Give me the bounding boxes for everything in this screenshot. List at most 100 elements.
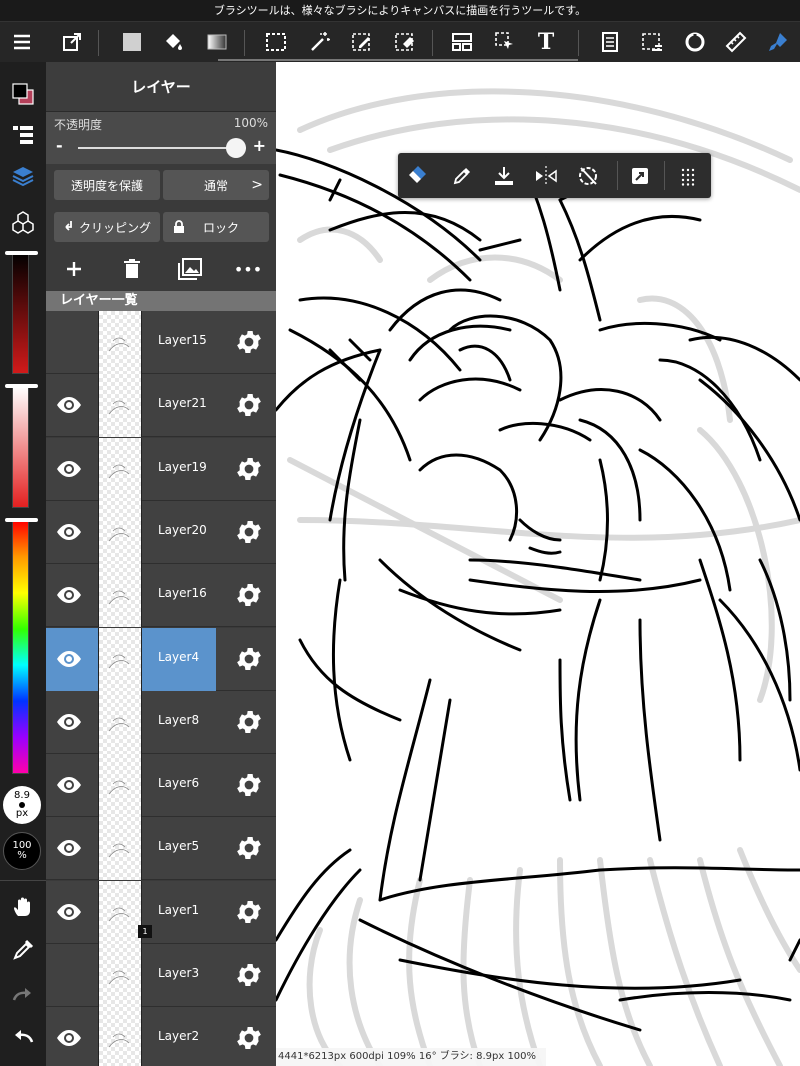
layers-list-icon[interactable] [591,22,627,62]
eye-icon[interactable] [52,705,86,739]
opacity-plus-button[interactable]: + [253,136,266,155]
flip-icon[interactable] [526,153,566,198]
layer-thumbnail [98,817,142,881]
bucket-icon[interactable] [155,22,191,62]
gradient-icon[interactable] [199,22,235,62]
blend-mode-select[interactable]: 通常 > [163,170,269,200]
eyedropper-rail-icon[interactable] [3,930,43,970]
ruler-icon[interactable] [718,22,754,62]
hue-dark-bar[interactable] [12,252,29,374]
layer-row[interactable]: Layer19 [46,437,276,501]
hue-spectrum-handle[interactable] [5,518,38,522]
toolbar-underline [218,59,578,61]
lock-button[interactable]: ロック [163,212,269,242]
gear-icon[interactable] [234,770,264,800]
protect-alpha-button[interactable]: 透明度を保護 [54,170,160,200]
layer-name: Layer21 [158,396,207,411]
layout-icon[interactable] [444,22,480,62]
grid-icon[interactable] [668,153,708,198]
gear-icon[interactable] [234,707,264,737]
eye-hidden-slot[interactable] [52,325,86,359]
gear-icon[interactable] [234,327,264,357]
eye-icon[interactable] [52,388,86,422]
layer-row[interactable]: Layer21 [46,374,276,438]
brush-opacity-badge[interactable]: 100 % [3,832,41,870]
select-eraser-icon[interactable] [387,22,423,62]
opacity-slider-track[interactable] [78,147,246,149]
eye-hidden-slot[interactable] [52,958,86,992]
undo-icon[interactable] [3,1016,43,1056]
fill-color-icon[interactable] [114,22,150,62]
eye-icon[interactable] [52,578,86,612]
eye-icon[interactable] [52,1021,86,1055]
transfer-down-icon[interactable] [484,153,524,198]
select-pen-icon[interactable] [344,22,380,62]
layers-icon[interactable] [3,157,43,197]
clipping-button[interactable]: クリッピング [54,212,160,242]
gear-icon[interactable] [234,517,264,547]
layer-row[interactable]: Layer2 [46,1007,276,1066]
status-bar: 4441*6213px 600dpi 109% 16° ブラシ: 8.9px 1… [276,1048,546,1066]
eye-icon[interactable] [52,515,86,549]
layer-row[interactable]: Layer3 [46,944,276,1007]
trash-icon[interactable] [112,249,152,289]
gear-icon[interactable] [234,897,264,927]
move-icon[interactable] [487,22,523,62]
brush-size-badge[interactable]: 8.9 px [3,786,41,824]
text-icon[interactable]: T [528,22,564,62]
eye-icon[interactable] [52,768,86,802]
layer-row[interactable]: Layer8 [46,690,276,754]
hue-dark-handle[interactable] [5,251,38,255]
blend-mode-value: 通常 [203,178,228,193]
layer-row[interactable]: Layer16 [46,564,276,628]
brush-icon[interactable] [760,22,796,62]
layer-row[interactable]: Layer4 [46,627,276,691]
magic-wand-icon[interactable] [302,22,338,62]
eyedropper-icon[interactable] [442,153,482,198]
layer-row[interactable]: Layer6 [46,754,276,818]
materials-icon[interactable] [3,202,43,242]
gear-icon[interactable] [234,390,264,420]
eye-icon[interactable] [52,452,86,486]
hue-spectrum-bar[interactable] [12,520,29,774]
layer-row[interactable]: Layer20 [46,500,276,564]
more-options-icon[interactable]: ••• [228,249,268,289]
layer-badge: 1 [138,925,152,938]
layer-list-header: レイヤー一覧 [46,291,276,311]
menu-icon[interactable] [4,22,40,62]
deselect-icon[interactable] [634,22,670,62]
saturation-handle[interactable] [5,384,38,388]
opacity-slider-knob[interactable] [226,138,246,158]
opacity-minus-button[interactable]: - [56,136,63,155]
export-icon[interactable] [54,22,90,62]
layer-row[interactable]: Layer15 [46,311,276,374]
gear-icon[interactable] [234,1023,264,1053]
layer-row[interactable]: Layer1 [46,880,276,944]
brush-eraser-icon[interactable] [398,153,438,198]
drawing-canvas[interactable] [276,62,800,1066]
brush-list-icon[interactable] [3,115,43,155]
transform-icon[interactable] [620,153,660,198]
hand-icon[interactable] [3,888,43,928]
rotate-reset-icon[interactable] [568,153,608,198]
gear-icon[interactable] [234,454,264,484]
add-image-icon[interactable] [170,249,210,289]
brush-size-unit: px [15,808,29,819]
layer-name: Layer4 [158,649,200,664]
eye-icon[interactable] [52,831,86,865]
add-layer-icon[interactable] [54,249,94,289]
layer-row[interactable]: Layer5 [46,817,276,881]
saturation-bar[interactable] [12,386,29,508]
gear-icon[interactable] [234,644,264,674]
gear-icon[interactable] [234,580,264,610]
select-rect-icon[interactable] [258,22,294,62]
rotate-icon[interactable] [677,22,713,62]
eye-icon[interactable] [52,642,86,676]
clipping-label: クリッピング [78,220,151,235]
layer-name: Layer15 [158,333,207,347]
color-swatch-icon[interactable] [3,74,43,114]
eye-icon[interactable] [52,895,86,929]
redo-icon[interactable] [3,974,43,1014]
gear-icon[interactable] [234,833,264,863]
gear-icon[interactable] [234,960,264,990]
